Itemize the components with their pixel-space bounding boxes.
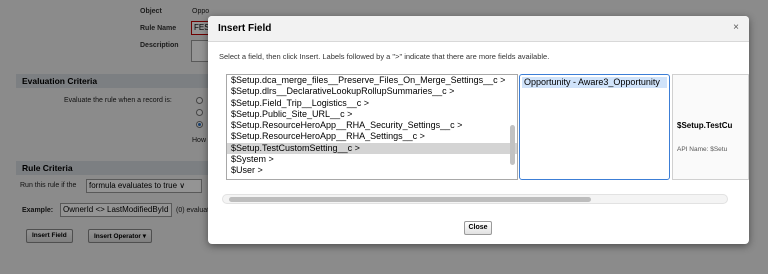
- field-list-item[interactable]: $System >: [227, 154, 517, 165]
- horizontal-scroll-thumb[interactable]: [229, 197, 591, 202]
- dialog-title: Insert Field: [218, 23, 272, 34]
- field-list-item[interactable]: $Setup.TestCustomSetting__c >: [227, 142, 517, 155]
- field-list-item[interactable]: $Setup.ResourceHeroApp__RHA_Security_Set…: [227, 120, 517, 131]
- field-list-item[interactable]: $User >: [227, 165, 517, 176]
- dialog-header: Insert Field ×: [208, 16, 749, 42]
- dialog-instructions: Select a field, then click Insert. Label…: [219, 52, 550, 61]
- detail-api-name: API Name: $Setu: [677, 146, 728, 153]
- close-button[interactable]: Close: [464, 221, 492, 235]
- field-list[interactable]: $Setup.dca_merge_files__Preserve_Files_O…: [226, 74, 518, 180]
- field-list-item[interactable]: $Setup.dca_merge_files__Preserve_Files_O…: [227, 75, 517, 86]
- close-icon[interactable]: ×: [733, 22, 739, 33]
- detail-field-title: $Setup.TestCu: [677, 121, 733, 130]
- field-detail-panel: $Setup.TestCu API Name: $Setu: [672, 74, 749, 180]
- field-list-item[interactable]: $Setup.dlrs__DeclarativeLookupRollupSumm…: [227, 86, 517, 97]
- field-list-item[interactable]: $Setup.Public_Site_URL__c >: [227, 109, 517, 120]
- sub-field-list[interactable]: Opportunity - Aware3_Opportunity: [519, 74, 670, 180]
- field-list-item[interactable]: $Setup.Field_Trip__Logistics__c >: [227, 98, 517, 109]
- sub-field-list-item[interactable]: Opportunity - Aware3_Opportunity: [522, 77, 667, 88]
- horizontal-scrollbar[interactable]: [222, 194, 728, 204]
- field-list-item[interactable]: $Setup.ResourceHeroApp__RHA_Settings__c …: [227, 131, 517, 142]
- field-list-scroll-thumb[interactable]: [510, 125, 515, 165]
- field-list-scrollbar[interactable]: [510, 77, 516, 177]
- insert-field-dialog: Insert Field × Select a field, then clic…: [208, 16, 749, 244]
